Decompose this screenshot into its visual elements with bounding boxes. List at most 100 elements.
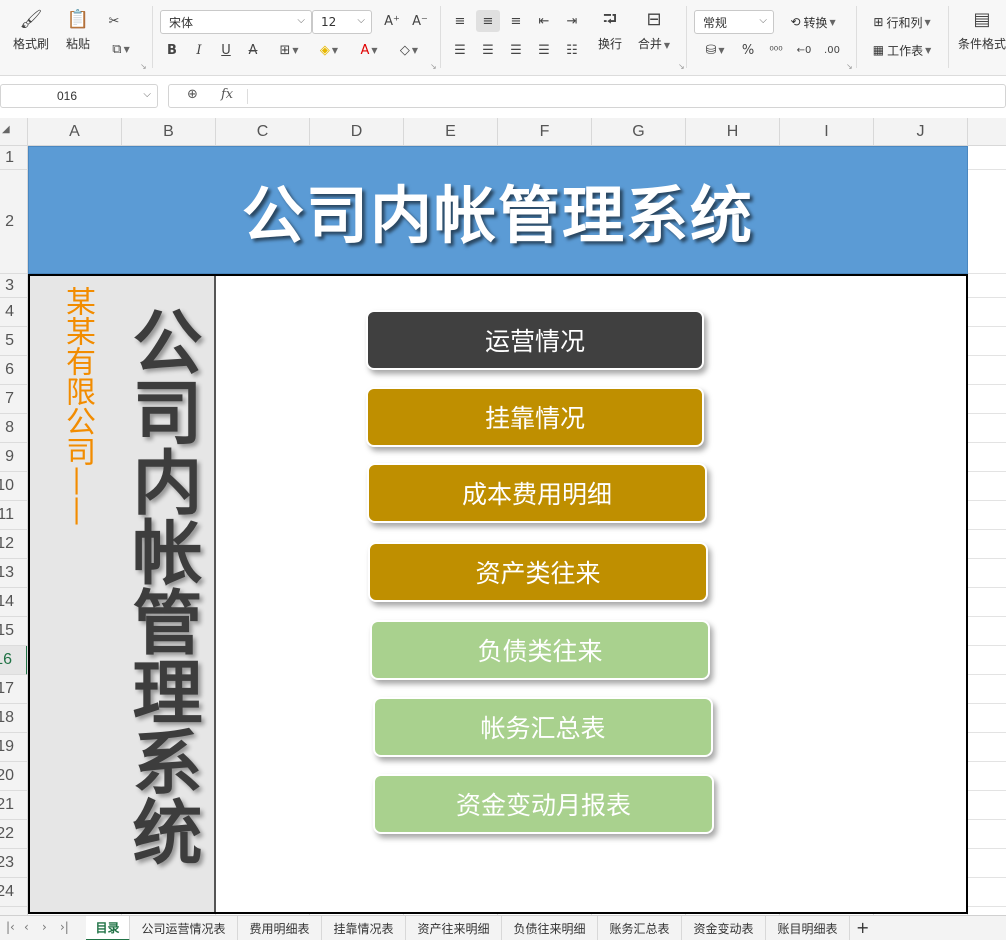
column-header[interactable]: H xyxy=(686,118,780,146)
row-header[interactable]: 1 xyxy=(0,146,27,170)
row-header[interactable]: 20 xyxy=(0,762,27,791)
select-all-corner[interactable]: ◢ xyxy=(0,118,28,146)
font-size-select[interactable]: 12 ⌵ xyxy=(312,10,372,34)
nav-button[interactable]: 资产类往来 xyxy=(368,542,708,602)
eraser-icon[interactable]: ◇ ▼ xyxy=(392,39,426,61)
column-header[interactable]: D xyxy=(310,118,404,146)
formula-input[interactable]: ⊕ fx xyxy=(168,84,1006,108)
sheet-tab[interactable]: 挂靠情况表 xyxy=(322,916,406,940)
row-header[interactable]: 6 xyxy=(0,356,27,385)
merge-button[interactable]: ⊟ 合并 ▼ xyxy=(632,10,676,52)
column-header[interactable]: J xyxy=(874,118,968,146)
row-header[interactable]: 15 xyxy=(0,617,27,646)
row-header[interactable]: 19 xyxy=(0,733,27,762)
sheet-tab[interactable]: 费用明细表 xyxy=(238,916,322,940)
nav-button[interactable]: 挂靠情况 xyxy=(366,387,704,447)
row-header[interactable]: 10 xyxy=(0,472,27,501)
row-header[interactable]: 24 xyxy=(0,878,27,907)
format-painter-button[interactable]: 🖌 格式刷 xyxy=(8,10,54,52)
worksheet-grid[interactable]: 公司内帐管理系统 某某有限公司—— 公司内帐管理系统 运营情况 挂靠情况 成本费用明… xyxy=(28,146,1006,915)
row-header[interactable]: 16 xyxy=(0,646,27,675)
next-sheet-icon[interactable]: › xyxy=(42,920,47,934)
alignment-group-corner-icon[interactable]: ↘ xyxy=(678,62,685,71)
border-icon[interactable]: ⊞ ▼ xyxy=(272,39,306,61)
wrap-text-button[interactable]: ⮒ 换行 xyxy=(592,10,628,52)
sheet-tab[interactable]: 账目明细表 xyxy=(766,916,850,940)
decrease-decimal-icon[interactable]: .00 xyxy=(820,39,844,61)
convert-button[interactable]: ⟲ 转换 ▼ xyxy=(782,12,844,32)
sheet-tab[interactable]: 目录 xyxy=(86,916,130,940)
row-header[interactable]: 2 xyxy=(0,170,27,274)
indent-increase-icon[interactable]: ⇥ xyxy=(560,10,584,32)
nav-button[interactable]: 帐务汇总表 xyxy=(373,697,713,757)
function-icon[interactable]: fx xyxy=(221,87,233,102)
column-header[interactable]: B xyxy=(122,118,216,146)
row-header[interactable]: 11 xyxy=(0,501,27,530)
increase-decimal-icon[interactable]: ←0 xyxy=(792,39,816,61)
font-group-corner-icon[interactable]: ↘ xyxy=(430,62,437,71)
sheet-tab[interactable]: 资产往来明细 xyxy=(406,916,502,940)
nav-button[interactable]: 负债类往来 xyxy=(370,620,710,680)
number-group-corner-icon[interactable]: ↘ xyxy=(846,62,853,71)
row-header[interactable]: 17 xyxy=(0,675,27,704)
underline-icon[interactable]: U xyxy=(214,39,238,61)
row-header[interactable]: 5 xyxy=(0,327,27,356)
row-header[interactable]: 12 xyxy=(0,530,27,559)
paste-button[interactable]: 📋 粘贴 xyxy=(58,10,98,52)
worksheet-button[interactable]: ▦ 工作表 ▼ xyxy=(864,40,940,60)
strikethrough-icon[interactable]: A xyxy=(241,39,265,61)
decrease-font-icon[interactable]: A⁻ xyxy=(408,10,432,32)
column-header[interactable]: G xyxy=(592,118,686,146)
distribute-icon[interactable]: ☷ xyxy=(560,39,584,61)
row-header[interactable]: 14 xyxy=(0,588,27,617)
add-sheet-icon[interactable]: + xyxy=(856,918,869,937)
row-header[interactable]: 18 xyxy=(0,704,27,733)
thousands-separator-icon[interactable]: ⁰⁰⁰ xyxy=(764,39,788,61)
scissors-icon[interactable]: ✂ xyxy=(102,10,126,32)
justify-icon[interactable]: ☰ xyxy=(532,39,556,61)
bold-icon[interactable]: B xyxy=(160,39,184,61)
nav-button[interactable]: 成本费用明细 xyxy=(367,463,707,523)
column-header[interactable]: E xyxy=(404,118,498,146)
row-header[interactable]: 3 xyxy=(0,274,27,298)
name-box[interactable]: 016 ⌵ xyxy=(0,84,158,108)
copy-icon[interactable]: ⧉ ▼ xyxy=(104,38,138,60)
row-header[interactable]: 9 xyxy=(0,443,27,472)
first-sheet-icon[interactable]: |‹ xyxy=(6,920,15,934)
align-top-icon[interactable]: ≡ xyxy=(448,10,472,32)
row-header[interactable]: 8 xyxy=(0,414,27,443)
sheet-tab[interactable]: 资金变动表 xyxy=(682,916,766,940)
column-header[interactable]: I xyxy=(780,118,874,146)
last-sheet-icon[interactable]: ›| xyxy=(60,920,69,934)
sheet-tab[interactable]: 负债往来明细 xyxy=(502,916,598,940)
row-header[interactable]: 7 xyxy=(0,385,27,414)
nav-button[interactable]: 资金变动月报表 xyxy=(373,774,714,834)
rows-cols-button[interactable]: ⊞ 行和列 ▼ xyxy=(864,12,940,32)
conditional-format-button[interactable]: ▤ 条件格式 xyxy=(958,10,1006,52)
align-left-icon[interactable]: ☰ xyxy=(448,39,472,61)
number-format-select[interactable]: 常规 ⌵ xyxy=(694,10,774,34)
row-header[interactable]: 4 xyxy=(0,298,27,327)
column-header[interactable]: F xyxy=(498,118,592,146)
font-name-select[interactable]: 宋体 ⌵ xyxy=(160,10,312,34)
row-header[interactable]: 23 xyxy=(0,849,27,878)
align-center-icon[interactable]: ☰ xyxy=(476,39,500,61)
nav-button[interactable]: 运营情况 xyxy=(366,310,704,370)
increase-font-icon[interactable]: A⁺ xyxy=(380,10,404,32)
sheet-tab[interactable]: 账务汇总表 xyxy=(598,916,682,940)
column-header[interactable]: C xyxy=(216,118,310,146)
font-color-icon[interactable]: A ▼ xyxy=(352,39,386,61)
row-header[interactable]: 21 xyxy=(0,791,27,820)
currency-icon[interactable]: ⛁ ▼ xyxy=(698,39,732,61)
indent-decrease-icon[interactable]: ⇤ xyxy=(532,10,556,32)
sheet-tab[interactable]: 公司运营情况表 xyxy=(130,916,238,940)
percent-icon[interactable]: % xyxy=(736,39,760,61)
align-bottom-icon[interactable]: ≡ xyxy=(504,10,528,32)
row-header[interactable]: 13 xyxy=(0,559,27,588)
column-header[interactable]: A xyxy=(28,118,122,146)
zoom-icon[interactable]: ⊕ xyxy=(187,87,198,102)
italic-icon[interactable]: I xyxy=(187,39,211,61)
align-middle-icon[interactable]: ≡ xyxy=(476,10,500,32)
prev-sheet-icon[interactable]: ‹ xyxy=(24,920,29,934)
align-right-icon[interactable]: ☰ xyxy=(504,39,528,61)
